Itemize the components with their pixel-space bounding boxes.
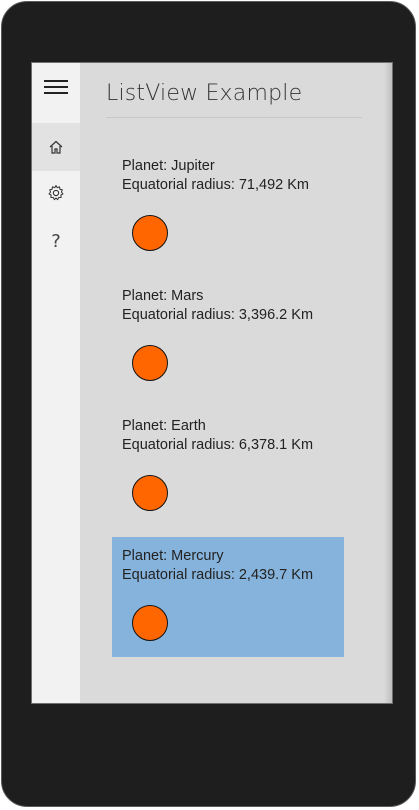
list-item-earth[interactable]: Planet: Earth Equatorial radius: 6,378.1… [112, 407, 344, 527]
planet-radius: Equatorial radius: 2,439.7 Km [122, 567, 314, 583]
nav-item-home[interactable] [32, 123, 80, 171]
navigation-pane: ? [32, 63, 80, 703]
list-item-mars[interactable]: Planet: Mars Equatorial radius: 3,396.2 … [112, 277, 344, 397]
list-item-jupiter[interactable]: Planet: Jupiter Equatorial radius: 71,49… [112, 147, 344, 267]
planet-name: Planet: Jupiter [122, 158, 215, 174]
nav-item-settings[interactable] [32, 169, 80, 217]
planet-circle [132, 605, 168, 641]
window-edge-shadow [384, 63, 392, 703]
help-icon: ? [51, 230, 61, 252]
nav-item-help[interactable]: ? [32, 217, 80, 265]
planet-name: Planet: Mars [122, 288, 204, 304]
planet-circle [132, 475, 168, 511]
planet-name: Planet: Mercury [122, 548, 224, 564]
hamburger-button[interactable] [32, 63, 80, 111]
gear-icon [48, 185, 64, 201]
planet-radius: Equatorial radius: 3,396.2 Km [122, 307, 314, 323]
planet-radius: Equatorial radius: 6,378.1 Km [122, 437, 314, 453]
hamburger-menu-icon [44, 80, 68, 94]
planet-radius: Equatorial radius: 71,492 Km [122, 177, 309, 193]
home-icon [49, 140, 63, 154]
title-divider [106, 117, 362, 118]
planet-circle [132, 345, 168, 381]
phone-frame: ? ListView Example Planet: Jupiter Equat… [1, 1, 416, 807]
planet-name: Planet: Earth [122, 418, 206, 434]
page-title: ListView Example [106, 81, 303, 106]
app-window: ? ListView Example Planet: Jupiter Equat… [31, 62, 393, 704]
planet-circle [132, 215, 168, 251]
list-item-mercury[interactable]: Planet: Mercury Equatorial radius: 2,439… [112, 537, 344, 657]
